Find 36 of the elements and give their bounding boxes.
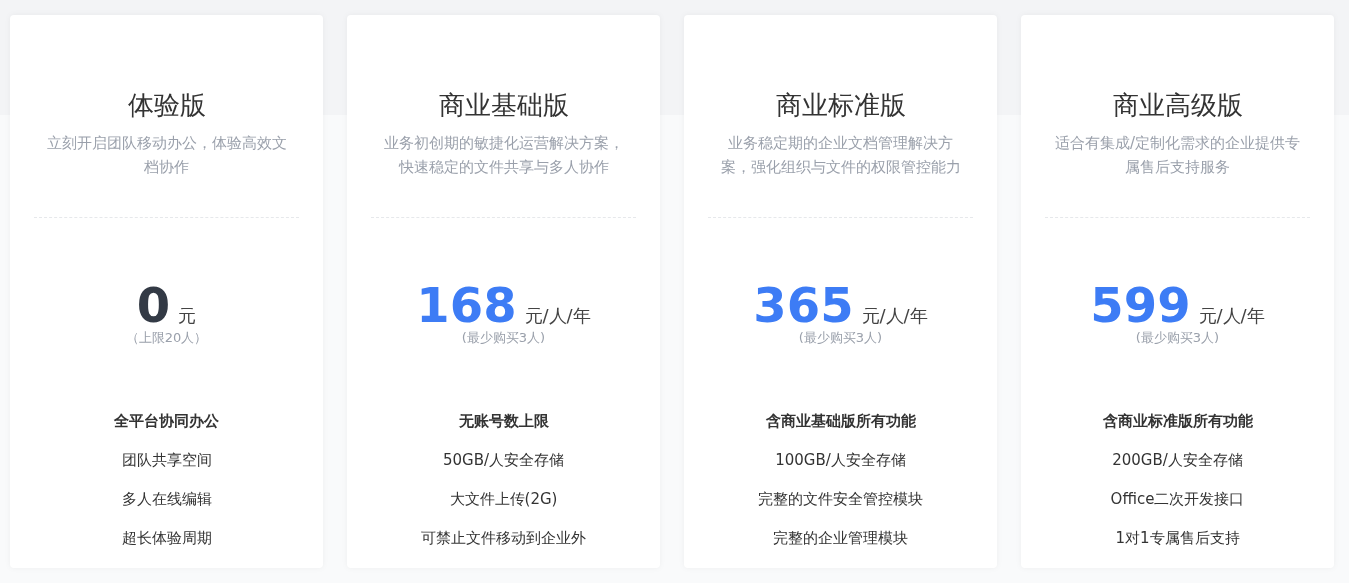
price-unit: 元: [178, 304, 197, 328]
feature-text: 100GB/人安全存储: [775, 450, 906, 471]
feature-text: 含商业基础版所有功能: [765, 411, 916, 432]
plan-title: 体验版: [127, 89, 206, 122]
feature-text: 超长体验周期: [121, 528, 212, 549]
price-unit: 元/人/年: [861, 304, 928, 328]
feature-text: 团队共享空间: [121, 450, 212, 471]
price: 599: [1090, 281, 1191, 329]
feature-text: Office二次开发接口: [1110, 489, 1245, 510]
feature-text: 1对1专属售后支持: [1115, 528, 1240, 549]
plan-title: 商业基础版: [438, 89, 569, 122]
price-note: (最少购买3人): [798, 329, 883, 347]
feature-text: 完整的文件安全管控模块: [758, 489, 923, 510]
price-unit: 元/人/年: [1198, 304, 1265, 328]
plan-title: 商业高级版: [1112, 89, 1243, 122]
price: 365: [753, 281, 854, 329]
plan-description: 适合有集成/定制化需求的企业提供专属售后支持服务: [1053, 133, 1302, 178]
price: 168: [416, 281, 517, 329]
feature-text: 多人在线编辑: [121, 489, 212, 510]
feature-text: 可禁止文件移动到企业外: [421, 528, 586, 549]
plan-title: 商业标准版: [775, 89, 906, 122]
feature-text: 大文件上传(2G): [449, 489, 558, 510]
feature-text: 50GB/人安全存储: [442, 450, 565, 471]
feature-text: 200GB/人安全存储: [1112, 450, 1243, 471]
price-note: (最少购买3人): [461, 329, 546, 347]
plan-description: 业务稳定期的企业文档管理解决方案，强化组织与文件的权限管控能力: [719, 133, 962, 178]
feature-text: 完整的企业管理模块: [773, 528, 908, 549]
price-note: (最少购买3人): [1135, 329, 1220, 347]
price: 0: [136, 281, 171, 329]
price-note: （上限20人）: [125, 329, 208, 347]
plan-description: 业务初创期的敏捷化运营解决方案，快速稳定的文件共享与多人协作: [382, 133, 625, 178]
plan-description: 立刻开启团队移动办公，体验高效文档协作: [45, 133, 288, 178]
feature-text: 全平台协同办公: [114, 411, 219, 432]
price-unit: 元/人/年: [524, 304, 591, 328]
feature-text: 含商业标准版所有功能: [1102, 411, 1253, 432]
feature-text: 无账号数上限: [458, 411, 549, 432]
